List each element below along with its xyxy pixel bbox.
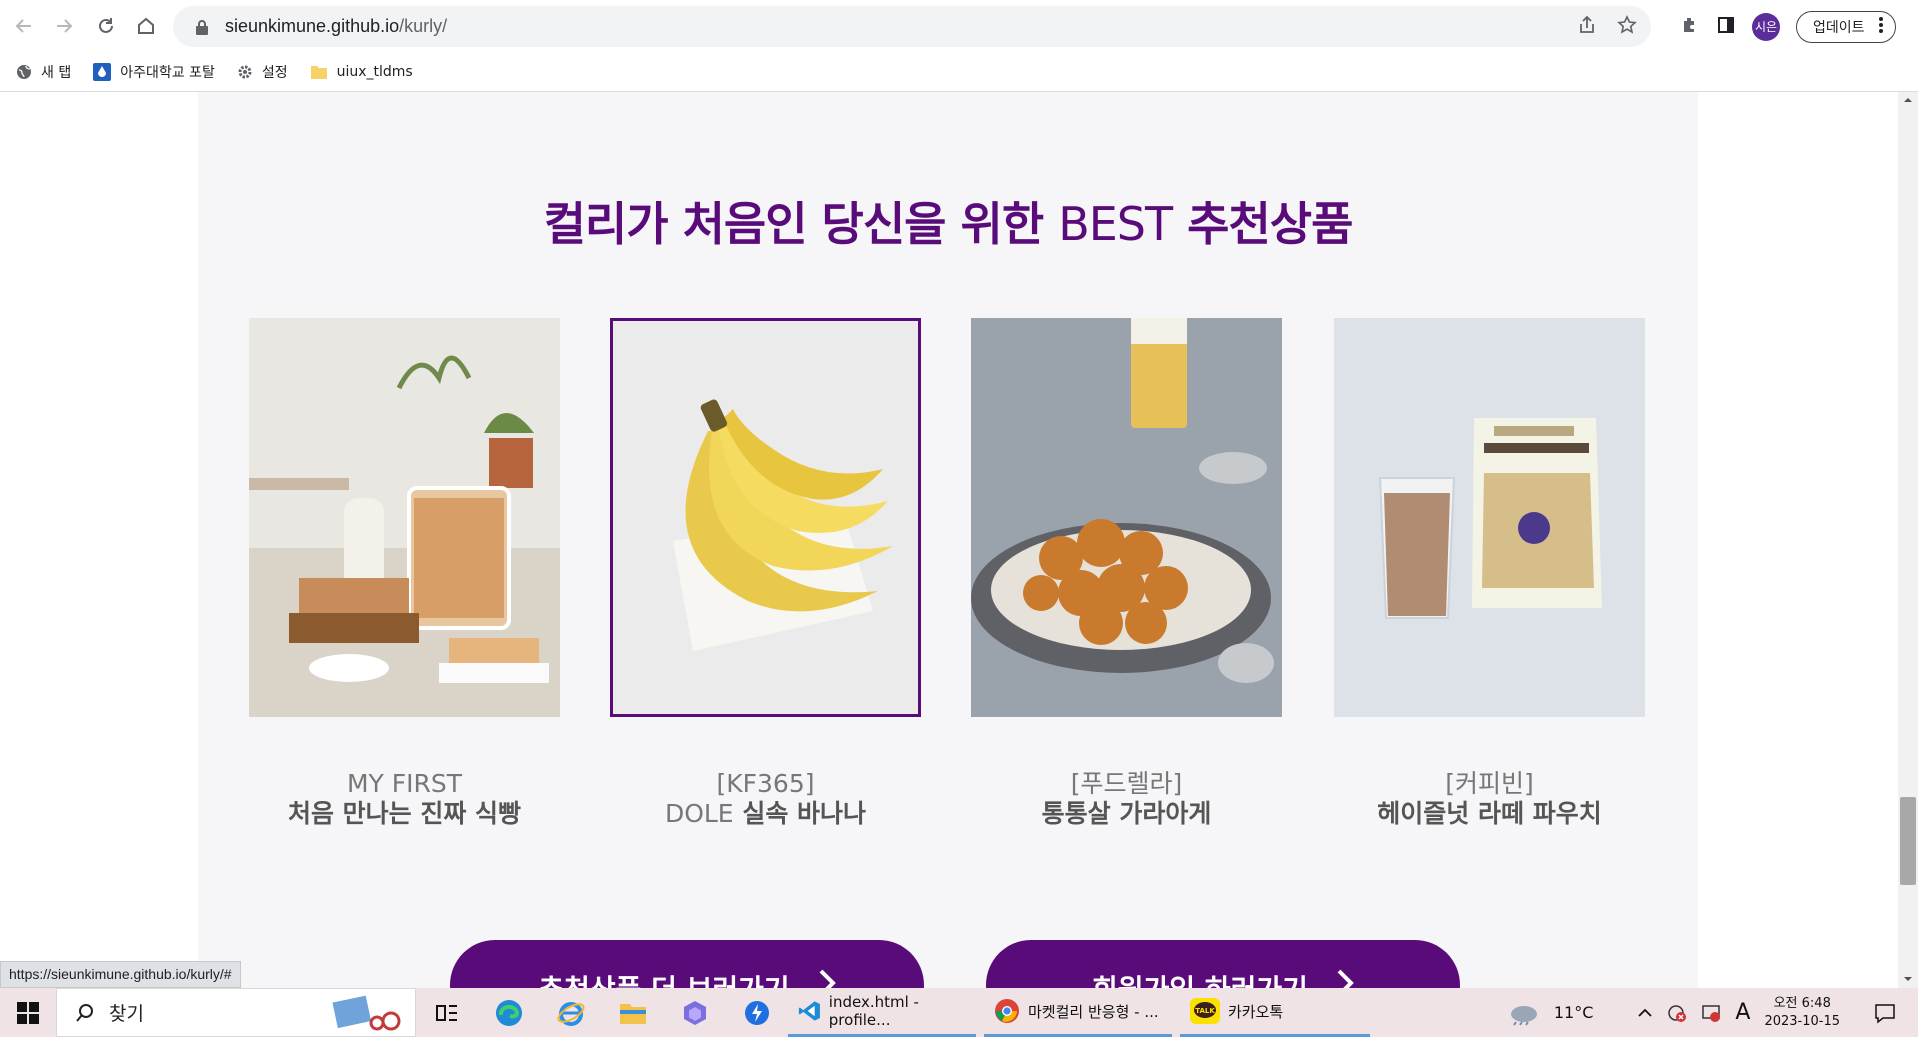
chevron-up-icon[interactable] — [1637, 1005, 1653, 1021]
display-warning-icon[interactable] — [1701, 1003, 1721, 1023]
scroll-thumb[interactable] — [1900, 797, 1916, 885]
product-brand: MY FIRST — [346, 769, 463, 798]
chevron-right-icon — [1336, 968, 1354, 988]
product-name: 처음 만나는 진짜 식빵 — [287, 799, 522, 828]
copilot-button[interactable] — [664, 988, 726, 1037]
ie-button[interactable] — [540, 988, 602, 1037]
scroll-up-icon[interactable] — [1898, 93, 1918, 107]
signup-button[interactable]: 회원가입 하러가기 — [986, 940, 1460, 988]
taskbar-search[interactable]: 찾기 — [56, 988, 416, 1037]
more-recommend-button[interactable]: 추천상품 더 보러가기 — [450, 940, 924, 988]
reload-icon — [99, 18, 113, 33]
clock[interactable]: 오전 6:48 2023-10-15 — [1764, 995, 1840, 1031]
product-name: 통통살 가라아게 — [1041, 799, 1212, 828]
system-tray: 11°C A 오전 6:48 2023-10-15 — [1508, 988, 1918, 1037]
start-button[interactable] — [0, 988, 56, 1037]
folder-icon — [620, 1003, 646, 1024]
home-icon — [138, 17, 154, 34]
app-bolt-button[interactable] — [726, 988, 788, 1037]
bookmark-ajou-portal[interactable]: 아주대학교 포탈 — [93, 62, 215, 82]
folder-icon — [310, 66, 327, 79]
kakaotalk-icon: TALK — [1190, 998, 1220, 1024]
best-products-section: 컬리가 처음인 당신을 위한 BEST 추천상품 MY FIRST 처음 만나는… — [198, 92, 1698, 988]
globe-icon — [17, 65, 31, 79]
home-button[interactable] — [128, 8, 164, 44]
more-vert-icon — [1878, 16, 1883, 37]
product-name: 헤이즐넛 라떼 파우치 — [1377, 799, 1602, 828]
task-view-icon — [436, 1004, 457, 1021]
lock-icon — [193, 18, 211, 36]
search-icon — [76, 1003, 93, 1022]
windows-taskbar: 찾기 index.html - profile... 마켓컬리 반응형 - ..… — [0, 988, 1918, 1037]
file-explorer-button[interactable] — [602, 988, 664, 1037]
side-panel-icon[interactable] — [1716, 15, 1736, 39]
extensions-icon[interactable] — [1680, 15, 1700, 39]
url-text: sieunkimune.github.io/kurly/ — [225, 16, 448, 36]
product-card[interactable]: [푸드렐라] 통통살 가라아게 — [971, 318, 1282, 829]
link-status-bubble: https://sieunkimune.github.io/kurly/# — [0, 961, 241, 988]
update-label: 업데이트 — [1813, 19, 1865, 36]
svg-text:TALK: TALK — [1195, 1007, 1215, 1015]
arrow-left-icon — [15, 19, 31, 33]
taskbar-app-vscode[interactable]: index.html - profile... — [788, 988, 976, 1037]
search-highlight-icon — [332, 995, 401, 1030]
edge-icon — [496, 999, 522, 1026]
bookmark-new-tab[interactable]: 새 탭 — [16, 62, 71, 82]
section-title: 컬리가 처음인 당신을 위한 BEST 추천상품 — [543, 197, 1354, 251]
product-card[interactable]: MY FIRST 처음 만나는 진짜 식빵 — [249, 318, 560, 829]
bookmark-folder-uiux[interactable]: uiux_tldms — [310, 64, 413, 80]
back-button[interactable] — [6, 8, 42, 44]
share-icon[interactable] — [1577, 15, 1597, 39]
notification-icon[interactable] — [1874, 1002, 1896, 1024]
product-image-latte[interactable] — [1334, 318, 1645, 717]
bookmarks-bar: 새 탭 아주대학교 포탈 설정 uiux_tldms — [0, 53, 1918, 92]
weather-temp[interactable]: 11°C — [1554, 1003, 1594, 1022]
address-bar[interactable]: sieunkimune.github.io/kurly/ — [173, 6, 1651, 47]
product-name: DOLE 실속 바나나 — [664, 799, 867, 828]
forward-button[interactable] — [46, 8, 82, 44]
product-image-bread[interactable] — [249, 318, 560, 717]
product-card[interactable]: [KF365] DOLE 실속 바나나 — [610, 318, 921, 829]
gear-icon — [238, 65, 252, 79]
cloud-weather-icon — [1510, 1005, 1537, 1026]
profile-avatar[interactable]: 시은 — [1752, 12, 1780, 41]
product-brand: [커피빈] — [1445, 769, 1534, 798]
arrow-right-icon — [57, 19, 73, 33]
internet-explorer-icon — [557, 1001, 585, 1026]
page-viewport: 컬리가 처음인 당신을 위한 BEST 추천상품 MY FIRST 처음 만나는… — [0, 92, 1898, 988]
product-card[interactable]: [커피빈] 헤이즐넛 라떼 파우치 — [1334, 318, 1645, 829]
reload-button[interactable] — [88, 8, 124, 44]
product-brand: [KF365] — [716, 769, 815, 798]
ime-indicator[interactable]: A — [1735, 1000, 1750, 1025]
vscode-icon — [798, 1001, 820, 1021]
bookmark-star-icon[interactable] — [1617, 14, 1637, 39]
network-error-icon[interactable] — [1667, 1003, 1687, 1023]
windows-logo-icon — [17, 1001, 39, 1024]
product-brand: [푸드렐라] — [1070, 769, 1183, 798]
update-button[interactable]: 업데이트 — [1796, 10, 1896, 43]
ajou-icon — [93, 63, 112, 81]
task-view-button[interactable] — [416, 988, 478, 1037]
taskbar-app-kakaotalk[interactable]: TALK 카카오톡 — [1180, 988, 1370, 1037]
edge-button[interactable] — [478, 988, 540, 1037]
bolt-icon — [745, 1000, 769, 1025]
browser-toolbar: sieunkimune.github.io/kurly/ 시은 업데이트 — [0, 0, 1918, 53]
product-image-banana[interactable] — [610, 318, 921, 717]
taskbar-app-chrome[interactable]: 마켓컬리 반응형 - ... — [984, 988, 1172, 1037]
chrome-icon — [995, 999, 1019, 1023]
chevron-right-icon — [818, 968, 836, 988]
bookmark-settings[interactable]: 설정 — [237, 62, 288, 82]
hexagon-app-icon — [684, 1000, 706, 1025]
product-image-karaage[interactable] — [971, 318, 1282, 717]
scroll-down-icon[interactable] — [1898, 972, 1918, 986]
